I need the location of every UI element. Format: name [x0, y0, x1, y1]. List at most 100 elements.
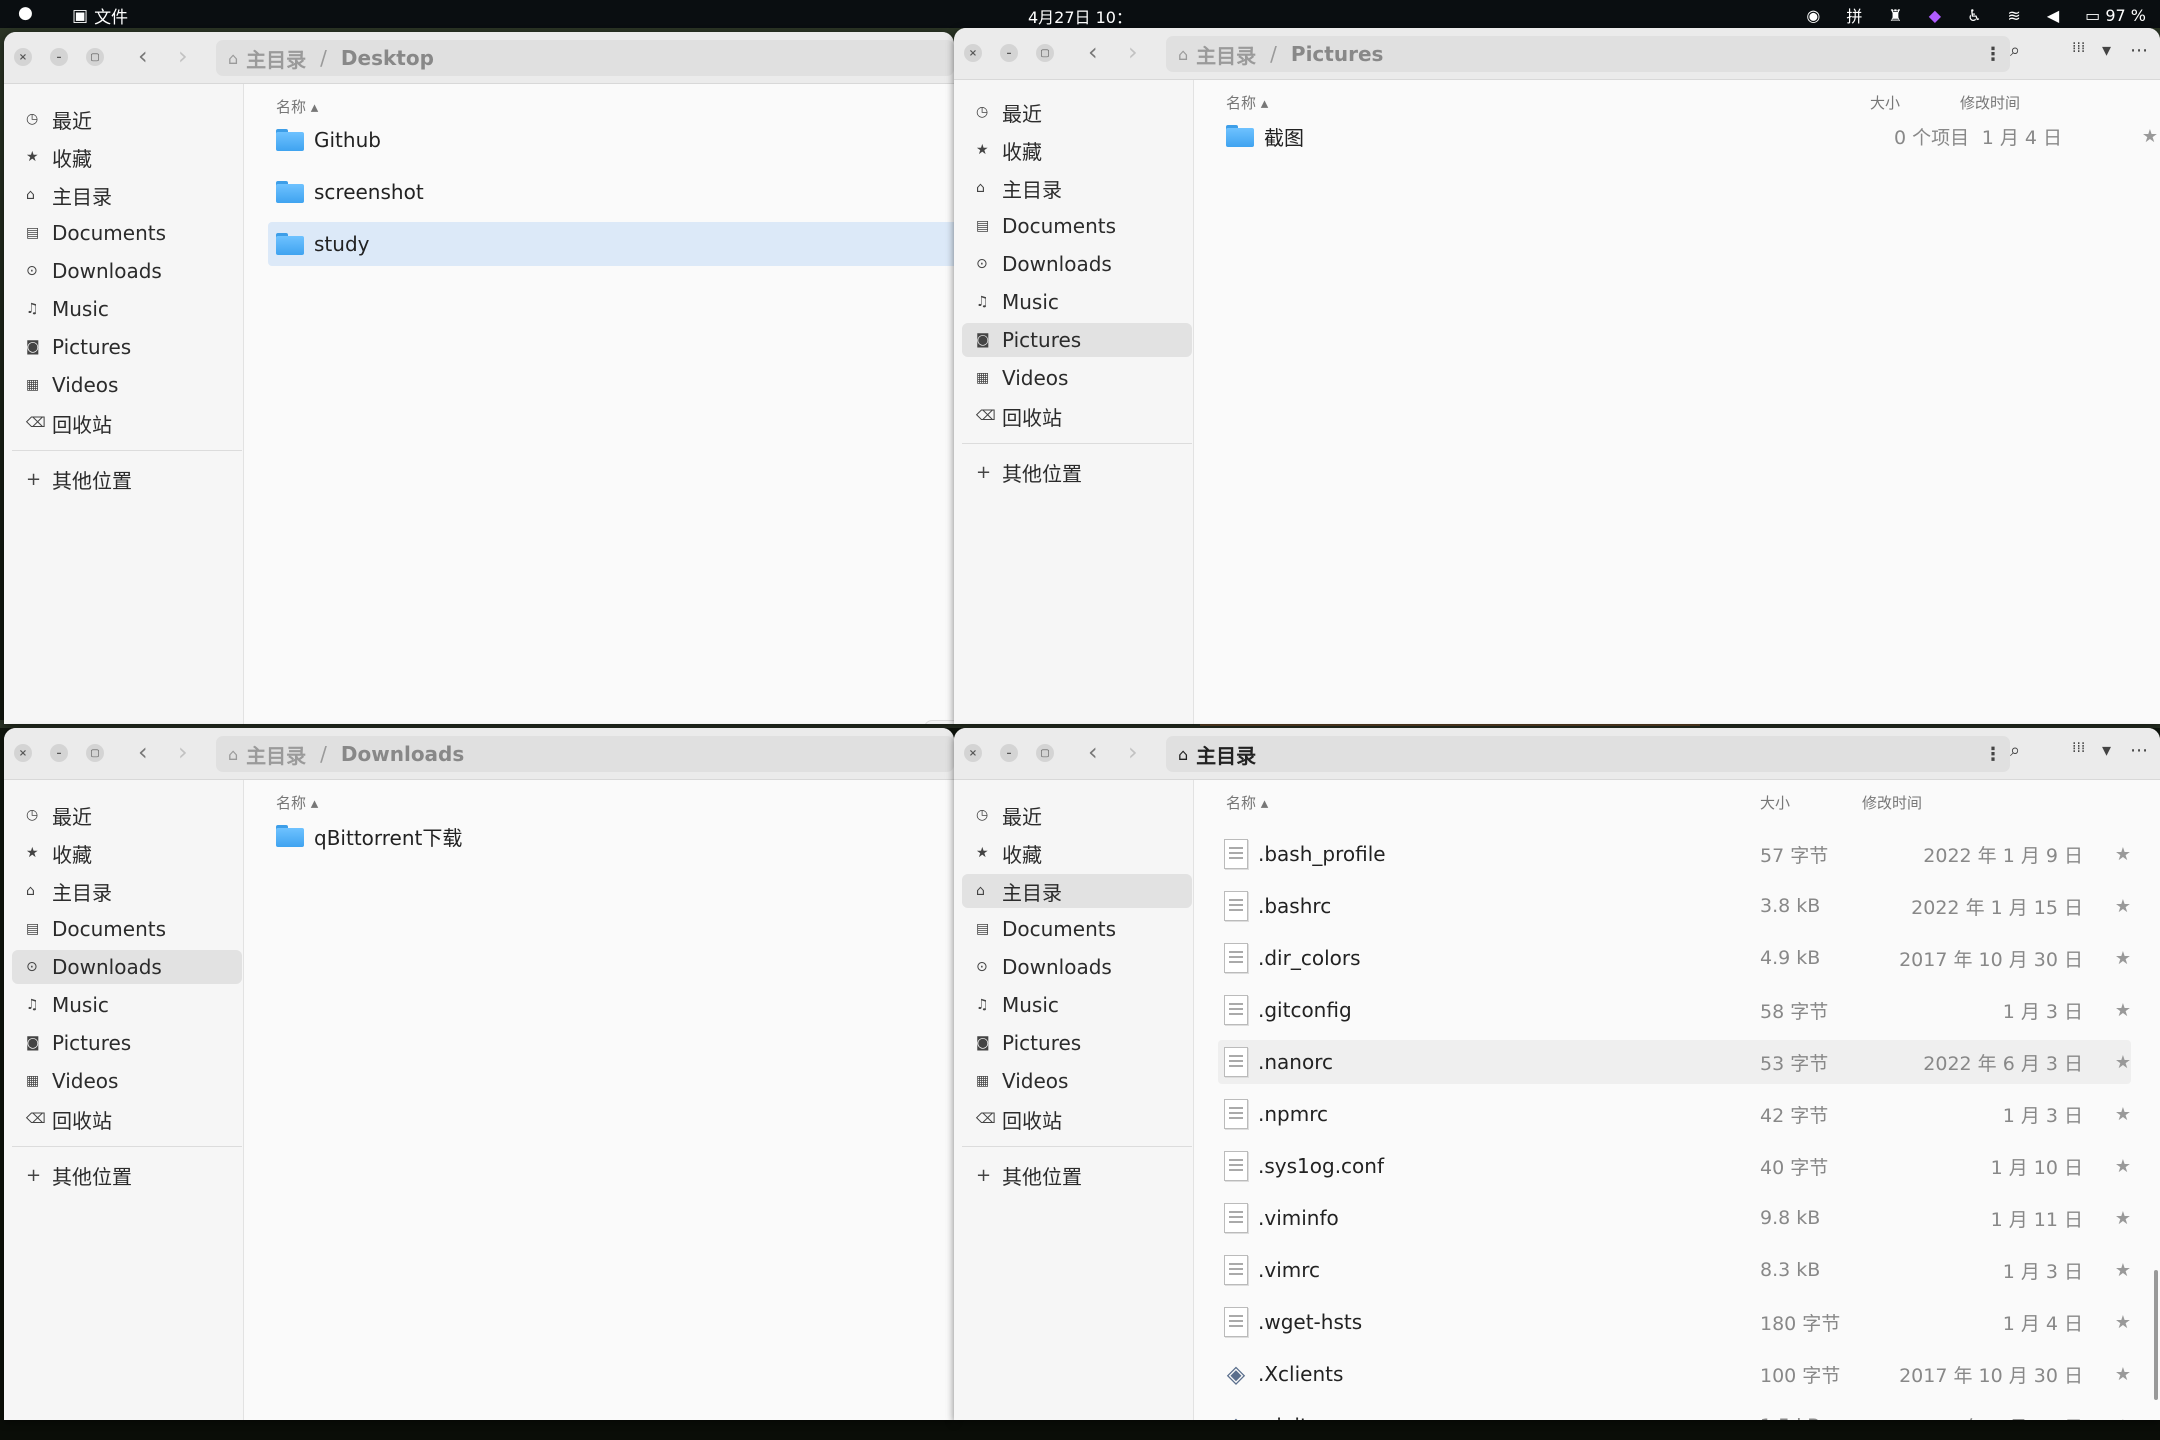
file-row[interactable]: .bashrc 3.8 kB 2022 年 1 月 15 日 ★: [1218, 884, 2131, 928]
folder-row[interactable]: qBittorrent下载: [268, 814, 954, 858]
star-icon[interactable]: ★: [2115, 1156, 2131, 1177]
view-dropdown-icon[interactable]: ▾: [2102, 740, 2111, 761]
file-row[interactable]: ◈ .Xclients 100 字节 2017 年 10 月 30 日 ★: [1218, 1352, 2131, 1396]
star-icon[interactable]: ★: [2115, 1000, 2131, 1021]
minimize-window-button[interactable]: –: [50, 744, 68, 762]
forward-button[interactable]: ›: [1128, 740, 1138, 764]
sidebar-item-music[interactable]: ♫ Music: [12, 988, 242, 1022]
sidebar-item-music[interactable]: ♫ Music: [12, 292, 242, 326]
file-row[interactable]: ◈ .xinitrc 1.5 kB 2022 年 8 月 12 日 ★: [1218, 1404, 2131, 1420]
breadcrumb-current[interactable]: Downloads: [341, 742, 464, 766]
minimize-window-button[interactable]: –: [1000, 744, 1018, 762]
view-dropdown-icon[interactable]: ▾: [2102, 40, 2111, 61]
sidebar-item-music[interactable]: ♫ Music: [962, 988, 1192, 1022]
sidebar-item-收藏[interactable]: ★ 收藏: [962, 836, 1192, 870]
cat-app-icon[interactable]: ♜: [1888, 6, 1902, 25]
forward-button[interactable]: ›: [1128, 40, 1138, 64]
file-row[interactable]: .gitconfig 58 字节 1 月 3 日 ★: [1218, 988, 2131, 1032]
window-downloads[interactable]: × – ▢ ‹ › ⌂ 主目录 / Downloads ◷ 最近 ★ 收藏 ⌂ 主目录 ▤ Documents ⊙…: [4, 728, 954, 1420]
close-window-button[interactable]: ×: [964, 744, 982, 762]
minimize-window-button[interactable]: –: [1000, 44, 1018, 62]
star-icon[interactable]: ★: [2115, 1104, 2131, 1125]
window-pictures[interactable]: × – ▢ ‹ › ⌂ 主目录 / Pictures ⋮ ⌕ ⁞⁞⁞ ▾ ⋯ ◷ 最近 ★ 收藏 ⌂ 主目录 ▤ Docu…: [954, 28, 2160, 724]
purple-app-icon[interactable]: ◆: [1929, 6, 1941, 25]
view-grid-icon[interactable]: ⁞⁞⁞: [2072, 40, 2085, 56]
column-header-name[interactable]: 名称 ▴: [276, 792, 318, 813]
maximize-window-button[interactable]: ▢: [86, 48, 104, 66]
folder-row[interactable]: 截图 0 个项目 1 月 4 日 ★: [1218, 114, 2158, 158]
sidebar-item-videos[interactable]: ▦ Videos: [962, 361, 1192, 395]
back-button[interactable]: ‹: [138, 740, 148, 764]
scrollbar[interactable]: [2154, 1270, 2158, 1400]
sidebar-item-最近[interactable]: ◷ 最近: [962, 95, 1192, 129]
folder-row[interactable]: screenshot: [268, 170, 954, 214]
path-menu-icon[interactable]: ⋮: [1984, 744, 2002, 765]
sidebar-item-music[interactable]: ♫ Music: [962, 285, 1192, 319]
sidebar-item-other-locations[interactable]: + 其他位置: [12, 1158, 242, 1192]
sidebar-item-最近[interactable]: ◷ 最近: [12, 798, 242, 832]
sidebar-item-other-locations[interactable]: + 其他位置: [962, 455, 1192, 489]
keyboard-layout-indicator[interactable]: 拼: [1846, 3, 1862, 27]
sidebar-item-回收站[interactable]: ⌫ 回收站: [962, 399, 1192, 433]
star-icon[interactable]: ★: [2115, 1312, 2131, 1333]
sidebar-item-other-locations[interactable]: + 其他位置: [962, 1158, 1192, 1192]
sidebar-item-downloads[interactable]: ⊙ Downloads: [962, 950, 1192, 984]
minimize-window-button[interactable]: –: [50, 48, 68, 66]
star-icon[interactable]: ★: [2115, 896, 2131, 917]
location-bar[interactable]: ⌂ 主目录 / Downloads: [216, 736, 954, 772]
column-header-size[interactable]: 大小: [1760, 792, 1790, 813]
back-button[interactable]: ‹: [1088, 40, 1098, 64]
sidebar-item-最近[interactable]: ◷ 最近: [962, 798, 1192, 832]
forward-button[interactable]: ›: [178, 44, 188, 68]
wifi-icon[interactable]: ≋: [2007, 6, 2020, 25]
file-row[interactable]: .npmrc 42 字节 1 月 3 日 ★: [1218, 1092, 2131, 1136]
maximize-window-button[interactable]: ▢: [86, 744, 104, 762]
view-grid-icon[interactable]: ⁞⁞⁞: [2072, 740, 2085, 756]
close-window-button[interactable]: ×: [964, 44, 982, 62]
more-menu-icon[interactable]: ⋯: [2130, 40, 2148, 61]
close-window-button[interactable]: ×: [14, 744, 32, 762]
sidebar-item-documents[interactable]: ▤ Documents: [962, 209, 1192, 243]
close-window-button[interactable]: ×: [14, 48, 32, 66]
location-bar[interactable]: ⌂ 主目录 / Desktop: [216, 40, 954, 76]
sidebar-item-收藏[interactable]: ★ 收藏: [12, 140, 242, 174]
location-bar[interactable]: ⌂ 主目录 / Pictures ⋮: [1166, 36, 2010, 72]
sidebar-item-收藏[interactable]: ★ 收藏: [962, 133, 1192, 167]
file-row[interactable]: .viminfo 9.8 kB 1 月 11 日 ★: [1218, 1196, 2131, 1240]
sidebar-item-pictures[interactable]: ◙ Pictures: [962, 1026, 1192, 1060]
column-header-name[interactable]: 名称 ▴: [1226, 792, 1268, 813]
battery-status[interactable]: ▭ 97 %: [2085, 6, 2146, 25]
file-row[interactable]: .dir_colors 4.9 kB 2017 年 10 月 30 日 ★: [1218, 936, 2131, 980]
app-menu[interactable]: ▣ 文件: [72, 3, 128, 29]
star-icon[interactable]: ★: [2115, 1260, 2131, 1281]
sidebar-item-videos[interactable]: ▦ Videos: [12, 368, 242, 402]
status-circle-icon[interactable]: ◉: [1806, 6, 1820, 25]
column-header-modified[interactable]: 修改时间: [1862, 792, 1922, 813]
star-icon[interactable]: ★: [2115, 948, 2131, 969]
file-row[interactable]: .bash_profile 57 字节 2022 年 1 月 9 日 ★: [1218, 832, 2131, 876]
folder-row[interactable]: Github: [268, 118, 954, 162]
location-bar[interactable]: ⌂ 主目录 ⋮: [1166, 736, 2010, 772]
file-row[interactable]: .nanorc 53 字节 2022 年 6 月 3 日 ★: [1218, 1040, 2131, 1084]
forward-button[interactable]: ›: [178, 740, 188, 764]
sidebar-item-主目录[interactable]: ⌂ 主目录: [12, 874, 242, 908]
back-button[interactable]: ‹: [1088, 740, 1098, 764]
sidebar-item-最近[interactable]: ◷ 最近: [12, 102, 242, 136]
breadcrumb-home[interactable]: 主目录: [246, 740, 306, 769]
star-icon[interactable]: ★: [2115, 1052, 2131, 1073]
sidebar-item-downloads[interactable]: ⊙ Downloads: [12, 254, 242, 288]
file-row[interactable]: .vimrc 8.3 kB 1 月 3 日 ★: [1218, 1248, 2131, 1292]
star-icon[interactable]: ★: [2115, 1364, 2131, 1385]
star-icon[interactable]: ★: [2142, 126, 2158, 147]
column-header-modified[interactable]: 修改时间: [1960, 92, 2020, 113]
volume-icon[interactable]: ◀: [2047, 6, 2059, 25]
sidebar-item-pictures[interactable]: ◙ Pictures: [12, 330, 242, 364]
sidebar-item-主目录[interactable]: ⌂ 主目录: [12, 178, 242, 212]
breadcrumb-current[interactable]: Desktop: [341, 46, 434, 70]
sidebar-item-documents[interactable]: ▤ Documents: [12, 912, 242, 946]
sidebar-item-pictures[interactable]: ◙ Pictures: [962, 323, 1192, 357]
column-header-size[interactable]: 大小: [1870, 92, 1900, 113]
folder-row[interactable]: study: [268, 222, 954, 266]
sidebar-item-downloads[interactable]: ⊙ Downloads: [12, 950, 242, 984]
breadcrumb-current[interactable]: Pictures: [1291, 42, 1384, 66]
